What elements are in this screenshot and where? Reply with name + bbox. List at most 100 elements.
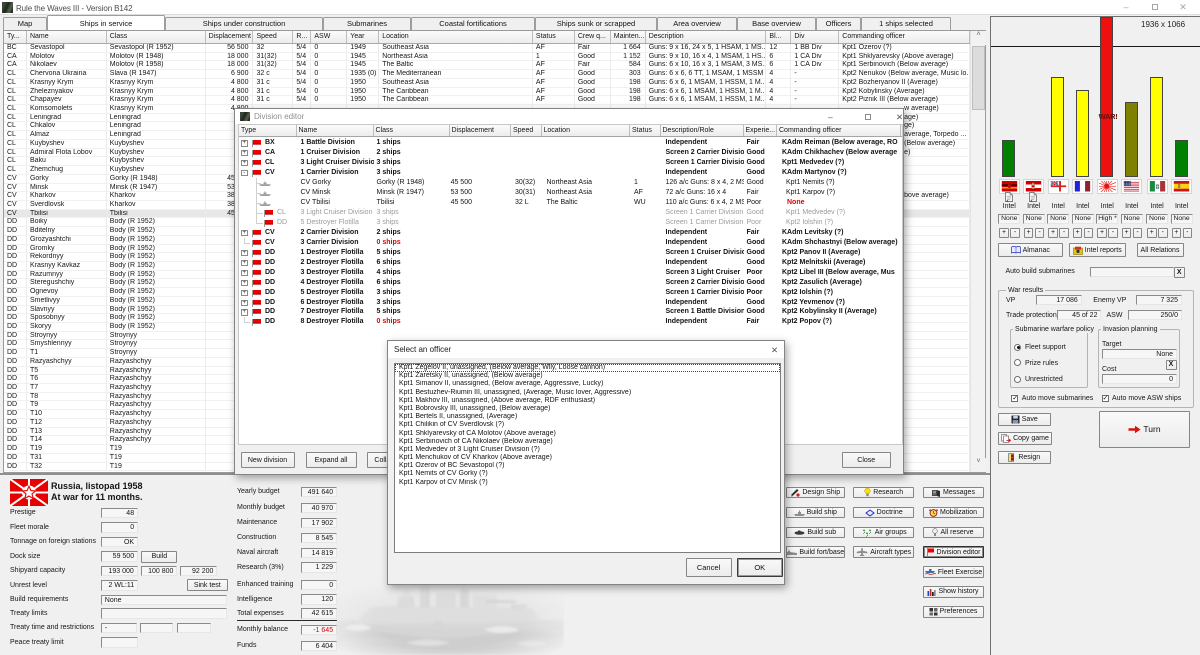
column-header-speed[interactable]: Speed bbox=[253, 31, 293, 43]
column-header-class[interactable]: Class bbox=[107, 31, 206, 43]
intel-plus-button[interactable]: + bbox=[1122, 228, 1132, 238]
clear-auto-build-button[interactable]: X bbox=[1174, 267, 1185, 278]
expand-icon[interactable]: + bbox=[241, 300, 248, 307]
scroll-up-icon[interactable]: ˄ bbox=[971, 31, 986, 45]
division-row[interactable]: +CA1 Cruiser Division2 shipsScreen 2 Car… bbox=[239, 148, 902, 158]
close-icon[interactable]: ✕ bbox=[1177, 2, 1189, 13]
division-column-status[interactable]: Status bbox=[630, 125, 661, 136]
division-column-speed[interactable]: Speed bbox=[511, 125, 542, 136]
build-button[interactable]: Build bbox=[141, 551, 177, 563]
division-column-type[interactable]: Type bbox=[239, 125, 297, 136]
tab-officers[interactable]: Officers bbox=[816, 17, 861, 30]
column-header-displacement[interactable]: Displacement bbox=[206, 31, 254, 43]
close-icon[interactable]: ✕ bbox=[771, 345, 778, 356]
auto-build-subs-field[interactable] bbox=[1090, 267, 1174, 278]
expand-all-button[interactable]: Expand all bbox=[306, 452, 357, 468]
mobilization-button[interactable]: Mobilization bbox=[923, 507, 984, 519]
column-header-year[interactable]: Year bbox=[347, 31, 379, 43]
almanac-button[interactable]: Almanac bbox=[998, 243, 1063, 258]
officer-item[interactable]: Kpt1 Shklyarevsky of CA Molotov (Above a… bbox=[395, 430, 780, 438]
expand-icon[interactable]: + bbox=[241, 270, 248, 277]
expand-icon[interactable]: + bbox=[241, 309, 248, 316]
officer-item[interactable]: Kpt1 Zegelov II, unassigned, (Below aver… bbox=[395, 364, 780, 372]
column-header-ty[interactable]: Ty... bbox=[4, 31, 27, 43]
messages-button[interactable]: Messages bbox=[923, 487, 984, 499]
column-header-description[interactable]: Description bbox=[646, 31, 767, 43]
build-sub-button[interactable]: Build sub bbox=[786, 527, 846, 539]
officer-item[interactable]: Kpt1 Medvedev of 3 Light Cruiser Divisio… bbox=[395, 446, 780, 454]
minimize-icon[interactable]: – bbox=[1120, 2, 1132, 12]
ship-row[interactable]: CLKrasnyy KrymKrasnyy Krym4 80031 c5/401… bbox=[4, 79, 970, 88]
ship-row[interactable]: CLZheleznyakovKrasnyy Krym4 80031 c5/401… bbox=[4, 88, 970, 97]
tab-map[interactable]: Map bbox=[3, 17, 47, 30]
division-row[interactable]: +DD2 Destroyer Flotilla6 shipsIndependen… bbox=[239, 258, 902, 268]
cancel-button[interactable]: Cancel bbox=[686, 558, 732, 577]
ship-row[interactable]: BCSevastopolSevastopol (R 1952)56 500325… bbox=[4, 44, 970, 53]
division-column-class[interactable]: Class bbox=[374, 125, 450, 136]
division-row[interactable]: CV TbilisiTbilisi45 50032 LThe BalticWU1… bbox=[239, 198, 902, 208]
tab-ships-under-construction[interactable]: Ships under construction bbox=[165, 17, 323, 30]
radio-fleet-support[interactable] bbox=[1014, 344, 1021, 351]
division-row[interactable]: +DD4 Destroyer Flotilla6 shipsScreen 2 C… bbox=[239, 278, 902, 288]
officer-item[interactable]: Kpt1 Makhov III, unassigned, (Above aver… bbox=[395, 397, 780, 405]
division-column-displacement[interactable]: Displacement bbox=[450, 125, 512, 136]
officer-item[interactable]: Kpt1 Menchukov of CV Kharkov (Above aver… bbox=[395, 454, 780, 462]
intel-minus-button[interactable]: - bbox=[1183, 228, 1193, 238]
ship-row[interactable]: CANikolaevMolotov (R 1958)18 00031(32)5/… bbox=[4, 61, 970, 70]
division-column-location[interactable]: Location bbox=[542, 125, 631, 136]
division-column-descriptionrole[interactable]: Description/Role bbox=[661, 125, 744, 136]
sink-test-button[interactable]: Sink test bbox=[187, 579, 228, 591]
division-editor-titlebar[interactable]: Division editor – ✕ bbox=[235, 109, 903, 124]
intel-minus-button[interactable]: - bbox=[1084, 228, 1094, 238]
intel-plus-button[interactable]: + bbox=[1147, 228, 1157, 238]
tab-coastal-fortifications[interactable]: Coastal fortifications bbox=[411, 17, 535, 30]
clear-target-button[interactable]: X bbox=[1166, 360, 1177, 370]
intel-minus-button[interactable]: - bbox=[1059, 228, 1069, 238]
checkbox-auto-move-asw-ships[interactable]: ✓ bbox=[1102, 395, 1109, 402]
expand-icon[interactable]: + bbox=[241, 230, 248, 237]
column-header-asw[interactable]: ASW bbox=[311, 31, 347, 43]
ship-row[interactable]: CLChervona UkrainaSlava (R 1947)6 90032 … bbox=[4, 70, 970, 79]
all-relations-button[interactable]: All Relations bbox=[1137, 243, 1184, 258]
column-header-commandingofficer[interactable]: Commanding officer bbox=[839, 31, 970, 43]
radio-unrestricted[interactable] bbox=[1014, 376, 1021, 383]
intel-minus-button[interactable]: - bbox=[1158, 228, 1168, 238]
tab-1-ships-selected[interactable]: 1 ships selected bbox=[861, 17, 951, 30]
collapse-icon[interactable]: - bbox=[241, 170, 248, 177]
copy-game-button[interactable]: Copy game bbox=[998, 432, 1052, 446]
checkbox-auto-move-submarines[interactable]: ✓ bbox=[1011, 395, 1018, 402]
research-button[interactable]: Research bbox=[853, 487, 914, 499]
column-header-name[interactable]: Name bbox=[27, 31, 107, 43]
division-row[interactable]: DD5 Destroyer Flotilla3 shipsScreen 1 Ca… bbox=[239, 218, 902, 228]
intel-minus-button[interactable]: - bbox=[1035, 228, 1045, 238]
column-header-div[interactable]: Div bbox=[791, 31, 839, 43]
new-division-button[interactable]: New division bbox=[241, 452, 295, 468]
minimize-icon[interactable]: – bbox=[828, 112, 833, 122]
expand-icon[interactable]: + bbox=[241, 160, 248, 167]
close-button[interactable]: Close bbox=[842, 452, 891, 468]
tab-ships-sunk-or-scrapped[interactable]: Ships sunk or scrapped bbox=[535, 17, 657, 30]
intel-plus-button[interactable]: + bbox=[1048, 228, 1058, 238]
intel-plus-button[interactable]: + bbox=[1172, 228, 1182, 238]
division-row[interactable]: +DD3 Destroyer Flotilla4 shipsScreen 3 L… bbox=[239, 268, 902, 278]
division-row[interactable]: CL3 Light Cruiser Division3 shipsScreen … bbox=[239, 208, 902, 218]
aircraft-types-button[interactable]: Aircraft types bbox=[853, 546, 914, 558]
officer-item[interactable]: Kpt1 Nemits of CV Gorky (?) bbox=[395, 470, 780, 478]
officer-item[interactable]: Kpt1 Bertels II, unassigned, (Average) bbox=[395, 413, 780, 421]
intel-plus-button[interactable]: + bbox=[1073, 228, 1083, 238]
scrollbar-thumb[interactable] bbox=[972, 46, 985, 110]
division-row[interactable]: +DD1 Destroyer Flotilla5 shipsScreen 1 C… bbox=[239, 248, 902, 258]
officer-item[interactable]: Kpt1 Chilikin of CV Sverdlovsk (?) bbox=[395, 421, 780, 429]
division-row[interactable]: CV GorkyGorky (R 1948)45 50030(32)Northe… bbox=[239, 178, 902, 188]
division-column-name[interactable]: Name bbox=[297, 125, 374, 136]
tab-submarines[interactable]: Submarines bbox=[323, 17, 411, 30]
save-button[interactable]: Save bbox=[998, 413, 1051, 427]
column-header-mainten[interactable]: Mainten... bbox=[611, 31, 646, 43]
ships-table-scrollbar[interactable]: ˄ ˅ bbox=[970, 31, 985, 472]
division-column-experie[interactable]: Experie... bbox=[744, 125, 778, 136]
division-row[interactable]: +DD5 Destroyer Flotilla3 shipsScreen 1 C… bbox=[239, 288, 902, 298]
air-groups-button[interactable]: Air groups bbox=[853, 527, 914, 539]
column-header-location[interactable]: Location bbox=[379, 31, 533, 43]
officer-item[interactable]: Kpt1 Bestuzhev-Riumin III, unassigned, (… bbox=[395, 389, 780, 397]
division-row[interactable]: +DD6 Destroyer Flotilla3 shipsIndependen… bbox=[239, 298, 902, 308]
